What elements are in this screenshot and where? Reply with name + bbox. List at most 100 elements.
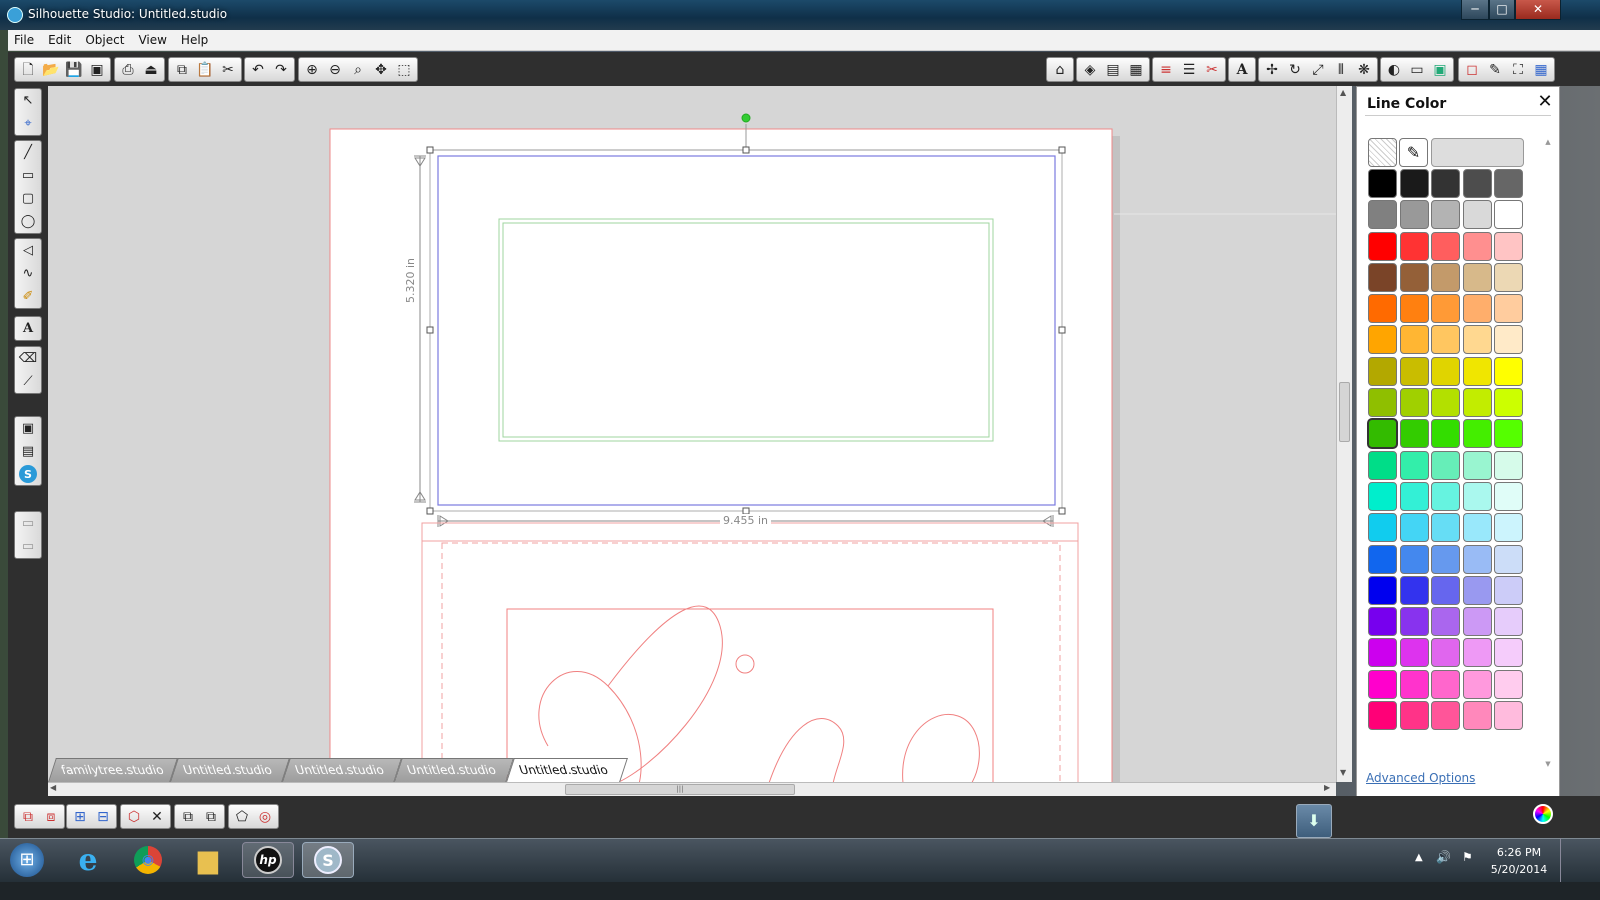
- redo-icon[interactable]: ↷: [270, 59, 292, 80]
- color-swatch[interactable]: [1368, 669, 1397, 699]
- save-icon[interactable]: 💾: [63, 59, 85, 80]
- color-swatch[interactable]: [1494, 356, 1523, 386]
- maximize-button[interactable]: □: [1489, 0, 1515, 20]
- canvas-drawing[interactable]: [48, 86, 1336, 782]
- color-swatch[interactable]: [1494, 607, 1523, 637]
- color-swatch[interactable]: [1494, 575, 1523, 605]
- color-swatch[interactable]: [1462, 294, 1492, 324]
- rectangle-icon[interactable]: ▭: [16, 164, 40, 187]
- copy-icon[interactable]: ⧉: [171, 59, 193, 80]
- tab-untitled-2[interactable]: Untitled.studio✕: [282, 758, 402, 801]
- color-swatch[interactable]: [1368, 388, 1397, 418]
- horizontal-scrollbar[interactable]: ◀ ||| ▶: [48, 782, 1336, 796]
- tab-untitled-active[interactable]: Untitled.studio✕: [506, 758, 628, 801]
- vertical-scroll-thumb[interactable]: [1339, 382, 1350, 442]
- color-swatch[interactable]: [1368, 450, 1397, 480]
- offset-icon[interactable]: ⬠: [231, 806, 253, 827]
- panel-close-icon[interactable]: ✕: [1535, 92, 1555, 112]
- fit-to-page-icon[interactable]: ⬚: [393, 59, 415, 80]
- open-icon[interactable]: 📂: [40, 59, 62, 80]
- page-setup-icon[interactable]: ▭: [1406, 59, 1428, 80]
- color-swatch[interactable]: [1462, 169, 1492, 198]
- replicate-icon[interactable]: ❋: [1353, 59, 1375, 80]
- color-swatch[interactable]: [1494, 669, 1523, 699]
- color-swatch[interactable]: [1431, 607, 1460, 637]
- rounded-rectangle-icon[interactable]: ▢: [16, 187, 40, 210]
- registration-marks-icon[interactable]: ◻: [1461, 59, 1483, 80]
- color-swatch[interactable]: [1368, 481, 1397, 511]
- color-swatch[interactable]: [1399, 231, 1429, 261]
- pan-icon[interactable]: ✥: [370, 59, 392, 80]
- color-swatch[interactable]: [1462, 513, 1492, 543]
- color-swatch[interactable]: [1368, 638, 1397, 668]
- menu-help[interactable]: Help: [181, 33, 208, 47]
- bring-forward-icon[interactable]: ⧉: [177, 806, 199, 827]
- undo-icon[interactable]: ↶: [247, 59, 269, 80]
- vertical-scrollbar[interactable]: ▲ ▼: [1336, 86, 1352, 782]
- color-swatch[interactable]: [1462, 388, 1492, 418]
- color-swatch[interactable]: [1399, 544, 1429, 574]
- group-icon[interactable]: ⧉: [17, 806, 39, 827]
- release-compound-icon[interactable]: ⊟: [92, 806, 114, 827]
- color-swatch[interactable]: [1431, 356, 1460, 386]
- color-swatch[interactable]: [1431, 388, 1460, 418]
- color-swatch[interactable]: [1399, 325, 1429, 355]
- color-swatch[interactable]: [1368, 169, 1397, 198]
- color-swatch[interactable]: [1368, 607, 1397, 637]
- color-swatch[interactable]: [1368, 294, 1397, 324]
- color-swatch[interactable]: [1494, 513, 1523, 543]
- scroll-left-arrow-icon[interactable]: ◀: [50, 783, 56, 792]
- color-swatch[interactable]: [1462, 356, 1492, 386]
- color-swatch[interactable]: [1368, 200, 1397, 230]
- color-swatch[interactable]: [1494, 419, 1523, 449]
- color-swatch[interactable]: [1431, 513, 1460, 543]
- color-swatch[interactable]: [1462, 419, 1492, 449]
- tray-time[interactable]: 6:26 PM: [1486, 846, 1552, 859]
- color-swatch[interactable]: [1431, 419, 1460, 449]
- ungroup-icon[interactable]: ⧈: [40, 806, 62, 827]
- color-swatch[interactable]: [1462, 701, 1492, 731]
- transform-icon[interactable]: ✢: [1261, 59, 1283, 80]
- color-swatch[interactable]: [1399, 262, 1429, 292]
- color-swatch[interactable]: [1462, 575, 1492, 605]
- color-wheel-icon[interactable]: [1533, 804, 1553, 824]
- color-swatch[interactable]: [1368, 575, 1397, 605]
- color-swatch[interactable]: [1462, 481, 1492, 511]
- color-swatch[interactable]: [1367, 418, 1398, 450]
- design-canvas[interactable]: 5.320 in 9.455 in: [48, 86, 1336, 782]
- color-swatch[interactable]: [1462, 325, 1492, 355]
- tab-familytree[interactable]: familytree.studio✕: [48, 758, 178, 801]
- color-swatch[interactable]: [1462, 262, 1492, 292]
- weld-icon[interactable]: ⬡: [123, 806, 145, 827]
- shapes-library-icon[interactable]: ▣: [16, 417, 40, 440]
- save-to-library-icon[interactable]: ▣: [86, 59, 108, 80]
- window-titlebar[interactable]: Silhouette Studio: Untitled.studio ─ □ ✕: [0, 0, 1600, 30]
- store-icon[interactable]: ⌂: [1049, 59, 1071, 80]
- color-swatch[interactable]: [1431, 575, 1460, 605]
- scroll-right-arrow-icon[interactable]: ▶: [1324, 783, 1330, 792]
- transparent-swatch[interactable]: [1368, 138, 1397, 167]
- color-swatch[interactable]: [1494, 262, 1523, 292]
- color-swatch[interactable]: [1399, 169, 1429, 198]
- scroll-down-arrow-icon[interactable]: ▼: [1340, 768, 1346, 777]
- panel-scrollbar[interactable]: ▲ ▼: [1543, 138, 1553, 768]
- volume-icon[interactable]: 🔊: [1436, 850, 1451, 864]
- taskbar-chrome[interactable]: ◉: [122, 842, 174, 878]
- panel-one-icon[interactable]: ▭: [16, 512, 40, 535]
- make-compound-icon[interactable]: ⊞: [69, 806, 91, 827]
- new-document-icon[interactable]: 🗋: [17, 59, 39, 80]
- taskbar-hp[interactable]: hp: [242, 842, 294, 878]
- show-desktop-button[interactable]: [1560, 838, 1600, 882]
- color-swatch[interactable]: [1431, 701, 1460, 731]
- color-swatch[interactable]: [1431, 325, 1460, 355]
- zoom-select-icon[interactable]: ⌕: [347, 59, 369, 80]
- delete-icon[interactable]: ✕: [146, 806, 168, 827]
- color-swatch[interactable]: [1399, 450, 1429, 480]
- line-color-icon[interactable]: ≡: [1155, 59, 1177, 80]
- menu-edit[interactable]: Edit: [48, 33, 71, 47]
- tray-expand-icon[interactable]: ▲: [1415, 852, 1423, 863]
- menu-file[interactable]: File: [14, 33, 34, 47]
- color-swatch[interactable]: [1399, 607, 1429, 637]
- color-swatch[interactable]: [1431, 262, 1460, 292]
- ellipse-icon[interactable]: ◯: [16, 210, 40, 233]
